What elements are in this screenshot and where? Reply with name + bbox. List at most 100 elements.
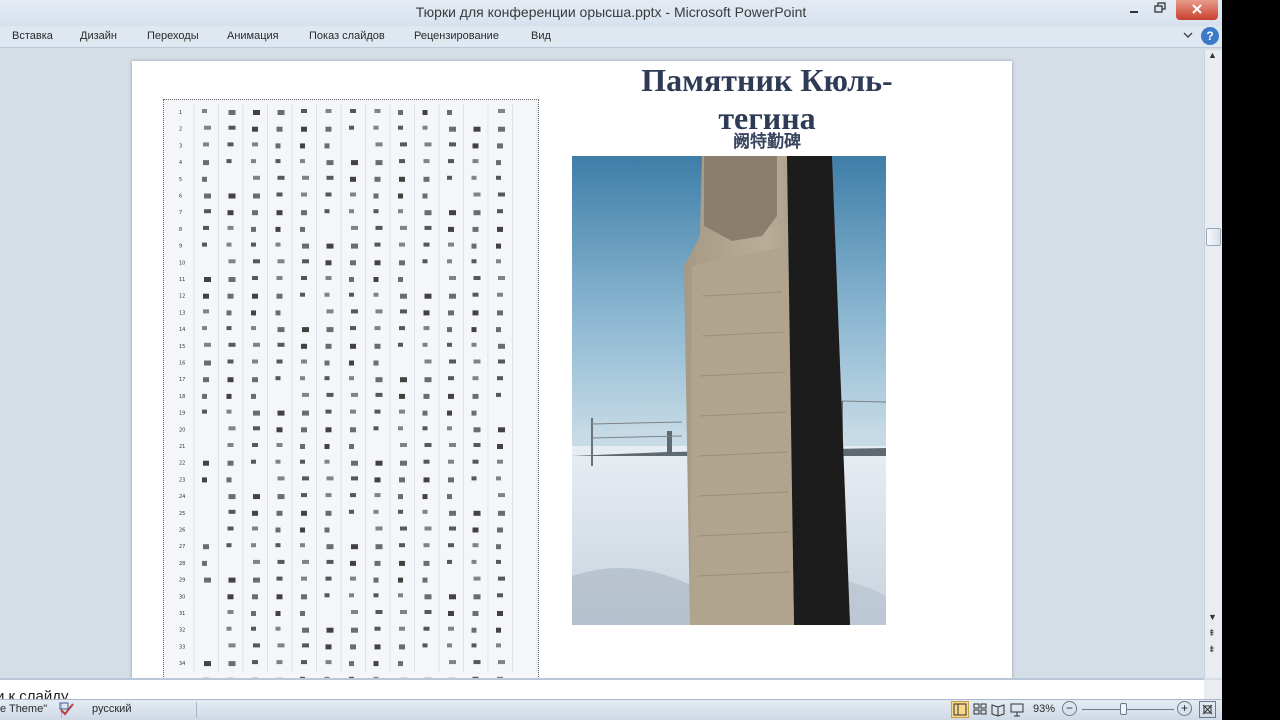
inscription-glyph <box>449 594 456 600</box>
inscription-glyph <box>302 627 309 633</box>
inscription-glyph <box>447 327 452 333</box>
inscription-glyph <box>449 210 456 216</box>
inscription-glyph <box>399 242 405 247</box>
inscription-glyph <box>449 510 456 516</box>
inscription-glyph <box>275 242 281 247</box>
inscription-glyph <box>325 409 332 414</box>
inscription-glyph <box>326 243 334 249</box>
stele-photo[interactable] <box>572 156 886 625</box>
table-row-number: 22 <box>179 461 185 467</box>
inscription-glyph <box>400 293 407 299</box>
inscription-glyph <box>349 444 354 449</box>
inscription-glyph <box>400 526 407 531</box>
inscription-glyph <box>350 560 356 566</box>
slide-sorter-button[interactable] <box>971 701 989 718</box>
normal-view-button[interactable] <box>951 701 969 718</box>
spellcheck-icon[interactable] <box>58 701 76 720</box>
vertical-scrollbar[interactable]: ▲ ▼ ⇞ ⇟ <box>1204 50 1222 678</box>
inscription-glyph <box>399 644 405 650</box>
minimize-button[interactable] <box>1124 0 1144 20</box>
inscription-glyph <box>472 543 479 548</box>
tab-transitions[interactable]: Переходы <box>147 30 199 42</box>
inscription-glyph <box>472 292 479 297</box>
scrollbar-thumb[interactable] <box>1206 228 1221 246</box>
inscription-glyph <box>398 209 403 214</box>
inscription-glyph <box>277 259 285 264</box>
reading-view-button[interactable] <box>989 701 1007 718</box>
slide-title[interactable]: Памятник Кюль-тегина <box>622 61 912 137</box>
table-row-number: 5 <box>179 177 182 183</box>
zoom-slider-thumb[interactable] <box>1120 703 1128 715</box>
inscription-glyph <box>423 626 430 631</box>
inscription-glyph <box>228 509 236 514</box>
help-icon[interactable]: ? <box>1201 27 1219 45</box>
inscription-glyph <box>373 125 379 130</box>
tab-insert[interactable]: Вставка <box>12 30 53 42</box>
notes-text[interactable]: и к слайду <box>0 688 69 699</box>
previous-slide-icon[interactable]: ⇞ <box>1208 628 1216 639</box>
ribbon-collapse-icon[interactable] <box>1182 29 1194 44</box>
scroll-up-icon[interactable]: ▲ <box>1208 50 1217 60</box>
inscription-glyph <box>375 309 383 314</box>
tab-animations[interactable]: Анимация <box>227 30 279 42</box>
inscription-glyph <box>497 143 503 149</box>
inscription-glyph <box>472 159 479 164</box>
inscription-glyph <box>302 559 309 564</box>
inscription-glyph <box>471 175 477 180</box>
fit-to-window-icon[interactable] <box>1199 701 1216 718</box>
slide-subtitle[interactable]: 阙特勤碑 <box>712 127 822 152</box>
inscription-glyph <box>422 410 428 416</box>
inscription-glyph <box>227 460 234 466</box>
ribbon-tabs: Вставка Дизайн Переходы Анимация Показ с… <box>0 26 1222 48</box>
tab-design[interactable]: Дизайн <box>80 30 117 42</box>
inscription-glyph <box>498 493 505 498</box>
tab-review[interactable]: Рецензирование <box>414 30 499 42</box>
inscription-glyph <box>448 376 454 381</box>
inscription-glyph <box>300 444 305 449</box>
inscription-table-image[interactable]: 1 2 3 4 5 6 7 8 9 10 11 12 13 14 15 16 17 18 19 20 21 22 23 24 2… <box>163 99 539 679</box>
slide-canvas[interactable]: 1 2 3 4 5 6 7 8 9 10 11 12 13 14 15 16 17 18 19 20 21 22 23 24 2… <box>132 61 1012 679</box>
inscription-glyph <box>253 193 260 199</box>
table-row-number: 25 <box>179 511 185 517</box>
inscription-glyph <box>349 376 354 381</box>
inscription-glyph <box>422 577 428 583</box>
inscription-glyph <box>449 660 456 665</box>
inscription-glyph <box>252 526 258 531</box>
inscription-glyph <box>351 544 358 550</box>
inscription-glyph <box>424 594 432 600</box>
inscription-glyph <box>422 342 428 347</box>
inscription-glyph <box>325 260 332 266</box>
zoom-level[interactable]: 93% <box>1033 703 1055 715</box>
inscription-glyph <box>300 611 305 616</box>
inscription-glyph <box>375 610 383 614</box>
zoom-out-icon[interactable]: − <box>1062 701 1077 716</box>
inscription-glyph <box>301 343 307 349</box>
zoom-in-icon[interactable]: + <box>1177 701 1192 716</box>
slideshow-button[interactable] <box>1008 701 1026 718</box>
inscription-glyph <box>422 494 428 500</box>
language-indicator[interactable]: русский <box>92 703 131 715</box>
notes-scrollbar[interactable] <box>1204 680 1222 699</box>
scroll-down-icon[interactable]: ▼ <box>1208 612 1217 622</box>
inscription-glyph <box>251 159 256 164</box>
inscription-glyph <box>424 142 432 147</box>
tab-view[interactable]: Вид <box>531 30 551 42</box>
notes-pane[interactable]: и к слайду <box>0 678 1204 699</box>
tab-slideshow[interactable]: Показ слайдов <box>309 30 385 42</box>
next-slide-icon[interactable]: ⇟ <box>1208 644 1216 655</box>
restore-button[interactable] <box>1150 0 1170 20</box>
inscription-glyph <box>423 242 430 247</box>
inscription-glyph <box>252 142 258 147</box>
inscription-glyph <box>497 593 503 598</box>
inscription-glyph <box>498 510 505 516</box>
inscription-glyph <box>399 409 405 414</box>
inscription-glyph <box>351 627 358 633</box>
inscription-glyph <box>374 644 381 650</box>
inscription-glyph <box>253 494 260 500</box>
zoom-slider-track[interactable] <box>1082 709 1174 710</box>
table-row-number: 28 <box>179 561 185 567</box>
close-button[interactable] <box>1176 0 1218 20</box>
theme-name[interactable]: e Theme" <box>0 703 63 718</box>
inscription-glyph <box>373 593 379 598</box>
inscription-glyph <box>227 377 234 383</box>
